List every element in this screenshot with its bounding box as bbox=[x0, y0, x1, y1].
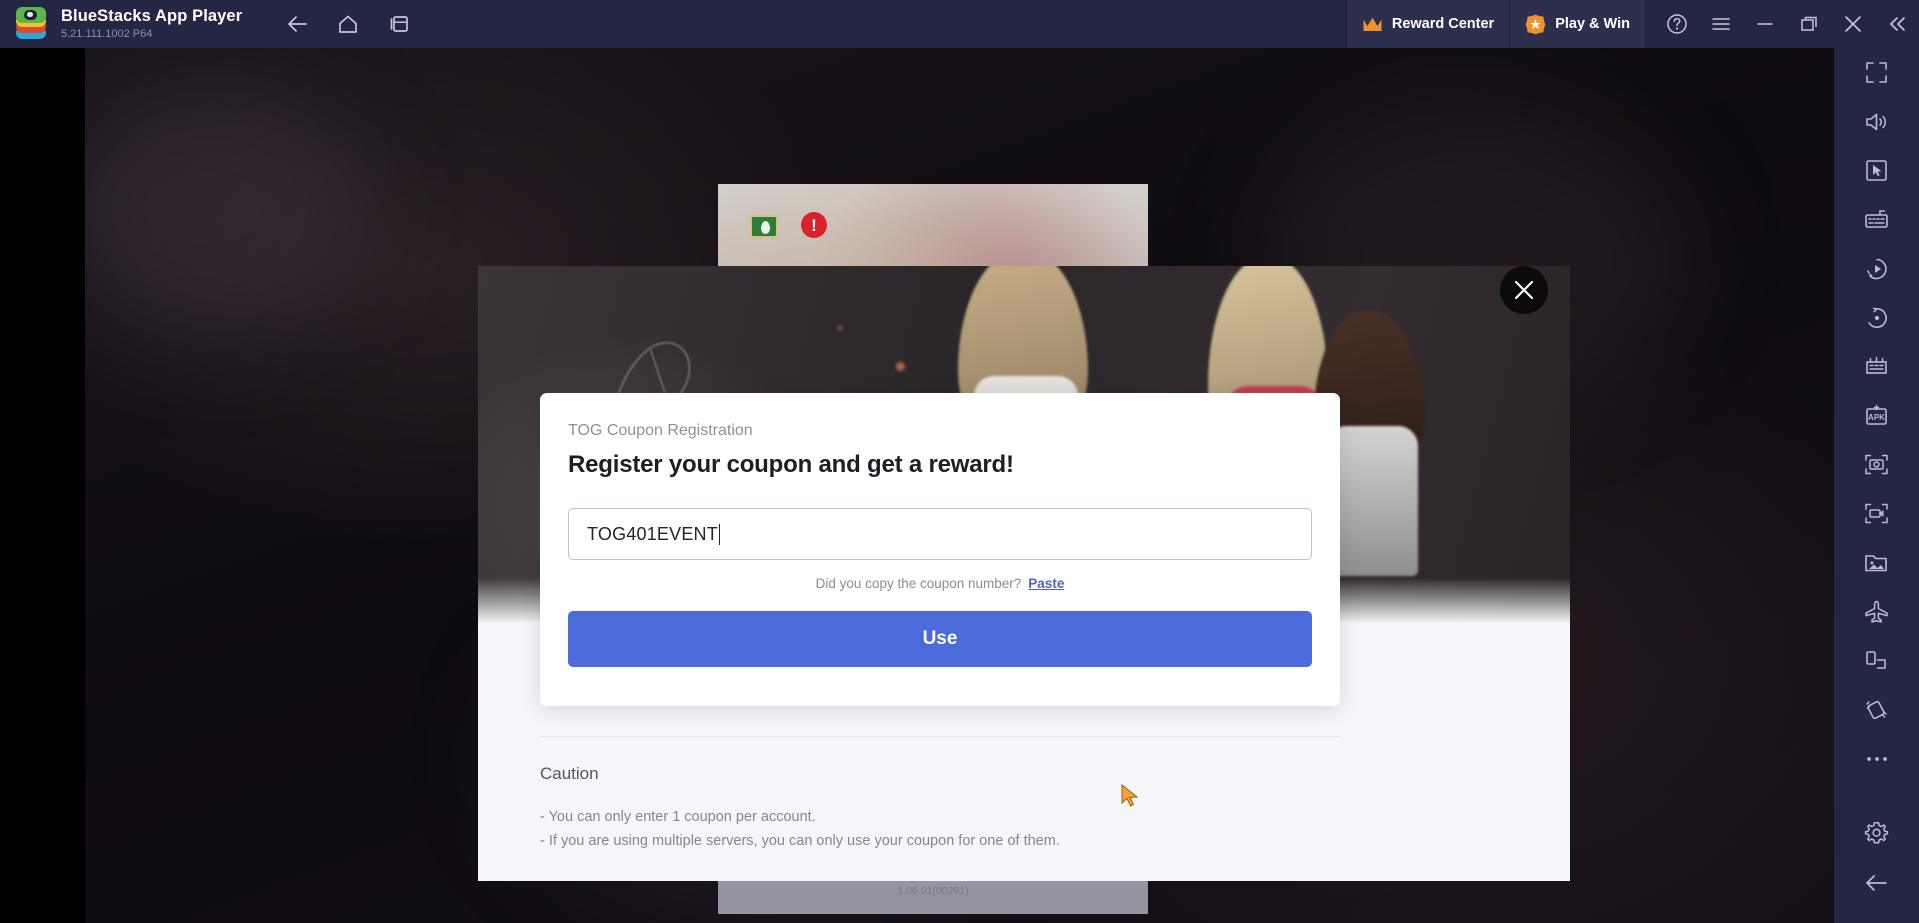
close-x-icon bbox=[1845, 16, 1861, 32]
game-version: 1.06.01(00291) bbox=[897, 885, 969, 897]
paste-hint-row: Did you copy the coupon number? Paste bbox=[568, 576, 1312, 591]
sidebar-item-eco-mode[interactable] bbox=[1851, 587, 1903, 636]
reward-center-button[interactable]: Reward Center bbox=[1345, 0, 1510, 48]
arrow-left-icon bbox=[1866, 874, 1887, 891]
close-modal-button[interactable] bbox=[1500, 266, 1548, 314]
help-circle-icon bbox=[1667, 14, 1687, 34]
use-button[interactable]: Use bbox=[568, 611, 1312, 667]
divider bbox=[540, 736, 1340, 737]
sidebar-item-screenshot[interactable] bbox=[1851, 440, 1903, 489]
nav-home-button[interactable] bbox=[331, 7, 365, 41]
fullscreen-icon bbox=[1866, 62, 1887, 83]
chevrons-left-icon bbox=[1890, 17, 1905, 31]
coupon-card: TOG Coupon Registration Register your co… bbox=[540, 393, 1340, 706]
alert-badge: ! bbox=[801, 212, 827, 238]
ellipsis-icon bbox=[1866, 756, 1887, 761]
android-nav-buttons bbox=[280, 7, 416, 41]
keyboard-icon bbox=[1865, 210, 1888, 228]
camera-screenshot-icon bbox=[1865, 454, 1888, 475]
sidebar-item-more-options[interactable] bbox=[1851, 734, 1903, 783]
paste-hint-text: Did you copy the coupon number? bbox=[815, 576, 1022, 591]
help-button[interactable] bbox=[1655, 0, 1699, 48]
crown-icon bbox=[1363, 17, 1382, 31]
volume-icon bbox=[1865, 113, 1886, 130]
shake-device-icon bbox=[1866, 700, 1887, 720]
nav-back-button[interactable] bbox=[280, 7, 314, 41]
multi-instance-icon bbox=[1866, 356, 1887, 374]
title-bar: BlueStacks App Player 5.21.111.1002 P64 bbox=[0, 0, 1919, 48]
minimize-button[interactable] bbox=[1743, 0, 1787, 48]
card-eyebrow: TOG Coupon Registration bbox=[568, 422, 753, 439]
sidebar-item-keyboard-controls[interactable] bbox=[1851, 195, 1903, 244]
video-record-icon bbox=[1865, 503, 1888, 524]
app-version: 5.21.111.1002 P64 bbox=[61, 28, 153, 40]
caution-item: - You can only enter 1 coupon per accoun… bbox=[540, 809, 816, 825]
home-icon bbox=[339, 15, 358, 33]
reward-center-label: Reward Center bbox=[1391, 16, 1495, 32]
paste-link[interactable]: Paste bbox=[1028, 576, 1064, 591]
star-badge-icon bbox=[1525, 14, 1546, 34]
sidebar-item-volume[interactable] bbox=[1851, 97, 1903, 146]
nav-recents-button[interactable] bbox=[382, 7, 416, 41]
close-x-icon bbox=[1514, 280, 1534, 300]
app-title: BlueStacks App Player bbox=[61, 7, 243, 25]
menu-button[interactable] bbox=[1699, 0, 1743, 48]
sidebar-item-multi-instance[interactable] bbox=[1851, 342, 1903, 391]
bluestacks-logo-icon bbox=[14, 7, 48, 41]
coupon-input-value: TOG401EVENT bbox=[587, 523, 718, 544]
sidebar-item-pointer-controls[interactable] bbox=[1851, 146, 1903, 195]
hamburger-menu-icon bbox=[1712, 18, 1730, 30]
sidebar-item-rotate-screen[interactable] bbox=[1851, 636, 1903, 685]
caution-heading: Caution bbox=[540, 764, 599, 783]
minimize-icon bbox=[1757, 23, 1773, 25]
play-and-win-label: Play & Win bbox=[1555, 16, 1630, 32]
maximize-restore-icon bbox=[1801, 16, 1817, 31]
sidebar-item-rotate-refresh[interactable] bbox=[1851, 293, 1903, 342]
play-and-win-button[interactable]: Play & Win bbox=[1509, 0, 1645, 48]
rotate-screen-icon bbox=[1866, 651, 1886, 669]
arrow-left-icon bbox=[288, 16, 308, 32]
title-block: BlueStacks App Player 5.21.111.1002 P64 bbox=[61, 7, 242, 41]
caution-section: Caution - You can only enter 1 coupon pe… bbox=[540, 736, 1340, 853]
card-title: Register your coupon and get a reward! bbox=[568, 451, 1014, 478]
sidebar-item-fullscreen[interactable] bbox=[1851, 48, 1903, 97]
close-button[interactable] bbox=[1831, 0, 1875, 48]
gear-icon bbox=[1864, 822, 1889, 844]
sidebar-item-back[interactable] bbox=[1851, 858, 1903, 907]
sidebar-item-shake[interactable] bbox=[1851, 685, 1903, 734]
game-status-icon bbox=[750, 215, 778, 238]
sidebar-item-record-screen[interactable] bbox=[1851, 489, 1903, 538]
game-viewport[interactable]: ! ID : 12000800056804 Copy Server: S 8 S… bbox=[85, 48, 1834, 923]
media-gallery-icon bbox=[1865, 554, 1887, 571]
window-controls bbox=[1645, 0, 1919, 48]
collapse-sidebar-button[interactable] bbox=[1875, 0, 1919, 48]
tools-sidebar: APK bbox=[1834, 0, 1919, 923]
coupon-modal: TOG Coupon Registration Register your co… bbox=[478, 266, 1570, 881]
rotate-dot-icon bbox=[1867, 307, 1887, 328]
text-caret bbox=[718, 523, 721, 545]
bluestacks-window: ! ID : 12000800056804 Copy Server: S 8 S… bbox=[0, 0, 1919, 923]
maximize-button[interactable] bbox=[1787, 0, 1831, 48]
apk-install-icon: APK bbox=[1866, 404, 1887, 425]
airplane-icon bbox=[1865, 600, 1888, 623]
sidebar-item-settings[interactable] bbox=[1851, 809, 1903, 858]
coupon-input[interactable]: TOG401EVENT bbox=[568, 508, 1312, 560]
caution-item: - If you are using multiple servers, you… bbox=[540, 833, 1060, 849]
sidebar-item-macro-recorder[interactable] bbox=[1851, 244, 1903, 293]
recent-apps-icon bbox=[390, 16, 409, 32]
bg-glow bbox=[85, 78, 365, 338]
macro-play-icon bbox=[1866, 258, 1887, 279]
sidebar-item-install-apk[interactable]: APK bbox=[1851, 391, 1903, 440]
svg-text:APK: APK bbox=[1868, 413, 1885, 422]
sidebar-item-media-manager[interactable] bbox=[1851, 538, 1903, 587]
cursor-pointer-icon bbox=[1866, 160, 1887, 181]
